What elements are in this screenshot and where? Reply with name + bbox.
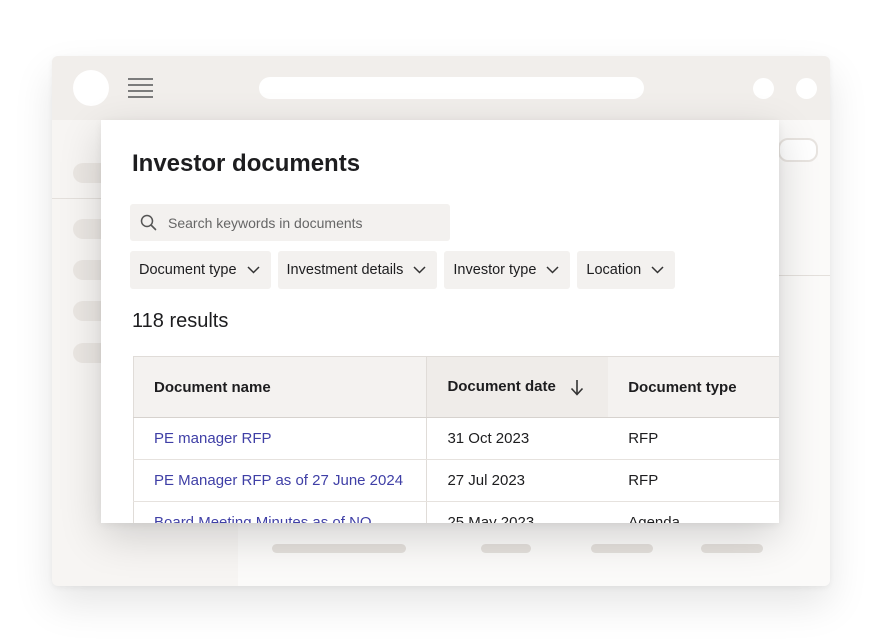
chevron-down-icon <box>247 266 260 274</box>
placeholder-pill <box>778 138 818 162</box>
filter-label: Investment details <box>286 262 404 278</box>
placeholder-bar <box>701 544 763 553</box>
column-header-document-type[interactable]: Document type <box>608 356 779 418</box>
filter-label: Location <box>586 262 642 278</box>
window-control-dot[interactable] <box>796 78 817 99</box>
cell-document-type: RFP <box>608 417 779 460</box>
filter-bar: Document type Investment details Investo… <box>130 251 676 289</box>
cell-document-name: PE Manager RFP as of 27 June 2024 <box>132 459 428 502</box>
document-link[interactable]: PE manager RFP <box>154 430 272 447</box>
filter-investor-type[interactable]: Investor type <box>444 251 571 289</box>
column-header-document-name[interactable]: Document name <box>132 356 428 418</box>
column-header-label: Document date <box>447 378 556 396</box>
table-row: Board Meeting Minutes as of NO 25 May 20… <box>132 501 779 523</box>
column-header-label: Document name <box>154 378 271 396</box>
cell-document-date: 25 May 2023 <box>426 501 609 523</box>
page-title: Investor documents <box>132 150 361 177</box>
column-header-document-date[interactable]: Document date <box>426 356 609 418</box>
filter-label: Investor type <box>453 262 537 278</box>
chevron-down-icon <box>546 266 559 274</box>
filter-label: Document type <box>139 262 237 278</box>
cell-document-type: Agenda <box>608 501 779 523</box>
placeholder-bar <box>272 544 406 553</box>
browser-top-bar <box>52 56 830 120</box>
document-link[interactable]: Board Meeting Minutes as of NO <box>154 514 372 523</box>
search-box[interactable] <box>130 204 450 241</box>
table-row: PE manager RFP 31 Oct 2023 RFP <box>132 417 779 460</box>
window-control-dot[interactable] <box>753 78 774 99</box>
filter-investment-details[interactable]: Investment details <box>277 251 438 289</box>
table-row: PE Manager RFP as of 27 June 2024 27 Jul… <box>132 459 779 502</box>
address-bar[interactable] <box>259 77 644 99</box>
investor-documents-modal: Investor documents Document type Investm… <box>101 120 779 523</box>
search-input[interactable] <box>166 213 440 232</box>
filter-document-type[interactable]: Document type <box>130 251 271 289</box>
arrow-down-icon[interactable] <box>570 379 584 396</box>
documents-table: Document name Document date Document typ… <box>132 356 779 523</box>
hamburger-menu-icon[interactable] <box>128 78 153 98</box>
cell-document-date: 31 Oct 2023 <box>426 417 609 460</box>
placeholder-bar <box>591 544 653 553</box>
cell-document-date: 27 Jul 2023 <box>426 459 609 502</box>
search-icon <box>140 214 157 231</box>
placeholder-bar <box>481 544 531 553</box>
cell-document-type: RFP <box>608 459 779 502</box>
chevron-down-icon <box>413 266 426 274</box>
avatar[interactable] <box>73 70 109 106</box>
document-link[interactable]: PE Manager RFP as of 27 June 2024 <box>154 472 403 489</box>
filter-location[interactable]: Location <box>577 251 676 289</box>
cell-document-name: PE manager RFP <box>132 417 428 460</box>
table-header-row: Document name Document date Document typ… <box>132 356 779 418</box>
column-header-label: Document type <box>628 378 737 396</box>
results-count: 118 results <box>132 310 229 332</box>
chevron-down-icon <box>651 266 664 274</box>
cell-document-name: Board Meeting Minutes as of NO <box>132 501 428 523</box>
